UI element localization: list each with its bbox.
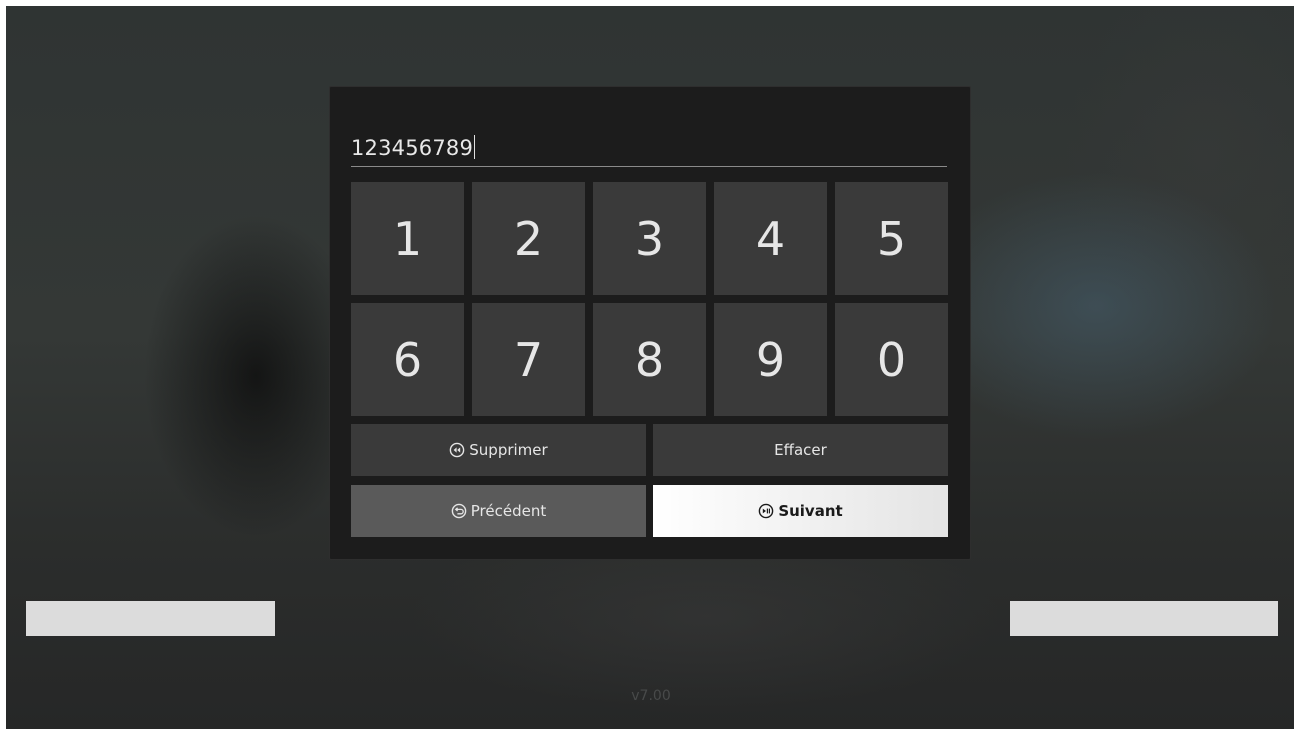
play-pause-circle-icon <box>758 503 774 519</box>
text-cursor <box>474 135 476 159</box>
clear-button-label: Effacer <box>774 441 827 459</box>
right-side-bar <box>1010 601 1278 636</box>
delete-button-label: Supprimer <box>469 441 548 459</box>
next-button[interactable]: Suivant <box>653 485 948 537</box>
tv-screen: 123456789 1 2 3 4 5 6 7 8 9 0 Supprimer <box>6 6 1294 729</box>
version-label: v7.00 <box>631 688 671 704</box>
next-button-label: Suivant <box>778 502 843 520</box>
back-circle-icon <box>451 503 467 519</box>
key-4[interactable]: 4 <box>714 182 827 295</box>
numeric-entry-dialog: 123456789 1 2 3 4 5 6 7 8 9 0 Supprimer <box>329 86 971 560</box>
delete-button[interactable]: Supprimer <box>351 424 646 476</box>
key-6[interactable]: 6 <box>351 303 464 416</box>
key-8[interactable]: 8 <box>593 303 706 416</box>
left-side-bar <box>26 601 275 636</box>
key-1[interactable]: 1 <box>351 182 464 295</box>
key-3[interactable]: 3 <box>593 182 706 295</box>
key-5[interactable]: 5 <box>835 182 948 295</box>
previous-button[interactable]: Précédent <box>351 485 646 537</box>
key-9[interactable]: 9 <box>714 303 827 416</box>
clear-button[interactable]: Effacer <box>653 424 948 476</box>
key-2[interactable]: 2 <box>472 182 585 295</box>
rewind-circle-icon <box>449 442 465 458</box>
key-7[interactable]: 7 <box>472 303 585 416</box>
key-0[interactable]: 0 <box>835 303 948 416</box>
previous-button-label: Précédent <box>470 502 547 520</box>
number-input[interactable]: 123456789 <box>351 133 947 167</box>
number-input-value: 123456789 <box>351 136 474 160</box>
